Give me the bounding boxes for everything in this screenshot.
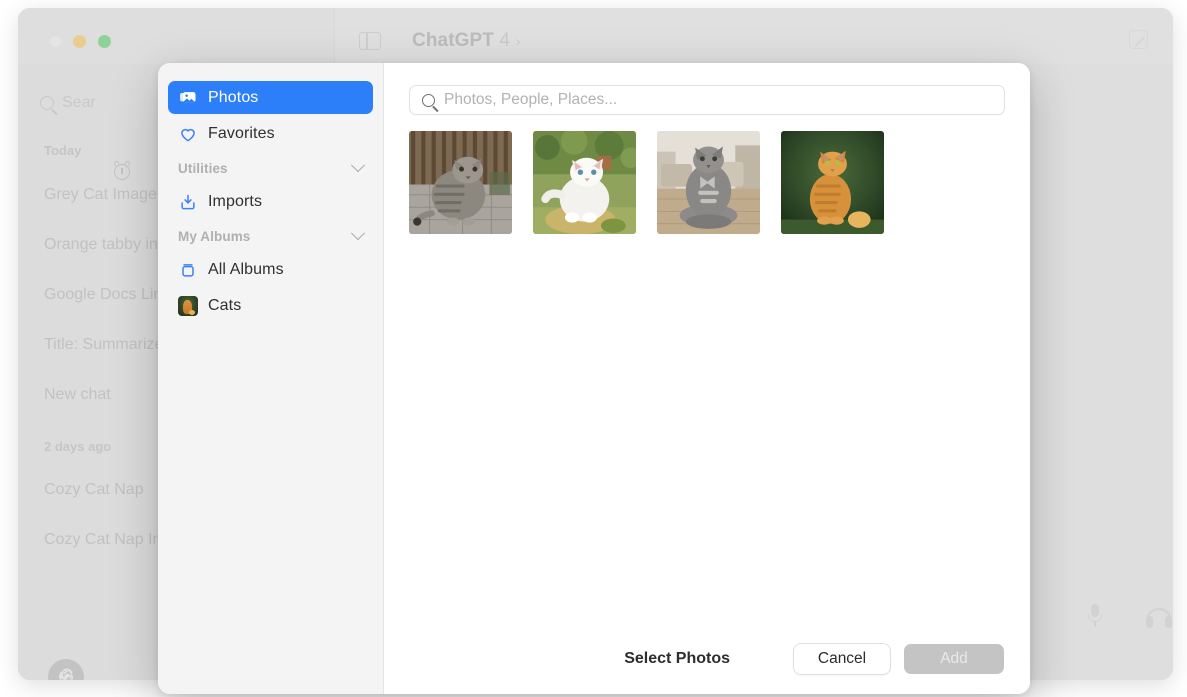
add-button[interactable]: Add: [904, 644, 1004, 674]
mic-arc: [1088, 614, 1102, 622]
app-title-text: ChatGPT: [412, 30, 494, 51]
sidebar-item-label: Imports: [208, 192, 263, 210]
screen: ChatGPT 4 › Sear Today Grey Cat Image Or…: [0, 0, 1187, 697]
photo-thumbnail[interactable]: [409, 131, 512, 234]
sidebar-item-all-albums[interactable]: All Albums: [168, 253, 373, 286]
chevron-down-icon[interactable]: [350, 226, 366, 241]
chat-search-placeholder: Sear: [62, 94, 96, 111]
history-group-label: Today: [44, 143, 82, 158]
chevron-right-icon: ›: [515, 33, 521, 50]
dialog-footer: Select Photos Cancel Add: [384, 632, 1030, 694]
sidebar-group-my-albums[interactable]: My Albums: [168, 221, 373, 251]
white-cat-garden-image: [533, 131, 636, 234]
photo-picker-dialog: Photos Favorites Utilities Imports My Al…: [158, 63, 1030, 694]
sidebar-item-photos[interactable]: Photos: [168, 81, 373, 114]
photo-thumbnail[interactable]: [533, 131, 636, 234]
dialog-footer-label: Select Photos: [624, 650, 730, 667]
sidebar-item-label: Favorites: [208, 124, 275, 142]
photo-search-placeholder: Photos, People, Places...: [444, 91, 618, 108]
headphones-icon[interactable]: [1146, 608, 1172, 628]
page-title[interactable]: ChatGPT 4 ›: [412, 30, 521, 52]
sidebar-item-label: All Albums: [208, 260, 284, 278]
album-thumbnail-icon: [178, 295, 198, 316]
mic-stem: [1094, 622, 1096, 627]
sidebar-item-favorites[interactable]: Favorites: [168, 117, 373, 150]
openai-glyph: [59, 668, 73, 680]
close-window-button[interactable]: [49, 35, 62, 48]
alarm-hand: [121, 168, 123, 174]
headphones-cup-left: [1146, 616, 1153, 628]
import-icon: [178, 192, 198, 212]
sidebar-group-label: Utilities: [178, 160, 228, 176]
openai-logo[interactable]: [48, 659, 84, 680]
photo-grid: [384, 115, 1030, 234]
photo-picker-main: Photos, People, Places... Select Photos …: [383, 63, 1030, 694]
chevron-down-icon[interactable]: [350, 158, 366, 173]
chat-history-item[interactable]: Cozy Cat Nap: [44, 481, 144, 499]
chat-history-item[interactable]: Grey Cat Image: [44, 186, 157, 204]
microphone-icon[interactable]: [1088, 604, 1102, 628]
sidebar-item-cats[interactable]: Cats: [168, 289, 373, 322]
grey-tabby-cat-image: [409, 131, 512, 234]
chat-history-item[interactable]: Cozy Cat Nap In: [44, 531, 161, 549]
sidebar-toggle-icon[interactable]: [359, 32, 381, 50]
model-version: 4: [499, 30, 511, 51]
search-icon: [422, 93, 435, 107]
sidebar-item-label: Photos: [208, 88, 259, 106]
minimize-window-button[interactable]: [73, 35, 86, 48]
photo-search-input[interactable]: Photos, People, Places...: [409, 85, 1005, 115]
sidebar-group-utilities[interactable]: Utilities: [168, 153, 373, 183]
search-icon: [40, 96, 54, 110]
headphones-cup-right: [1165, 616, 1172, 628]
sidebar-group-label: My Albums: [178, 228, 251, 244]
grey-cat-indoor-image: [657, 131, 760, 234]
chat-history-item[interactable]: New chat: [44, 386, 111, 404]
photo-picker-sidebar: Photos Favorites Utilities Imports My Al…: [158, 63, 383, 694]
sidebar-item-label: Cats: [208, 296, 242, 314]
heart-icon: [178, 124, 198, 144]
chat-history-item[interactable]: Title: Summarize: [44, 336, 163, 354]
history-group-label: 2 days ago: [44, 439, 112, 454]
cancel-button[interactable]: Cancel: [794, 644, 890, 674]
photo-thumbnail[interactable]: [657, 131, 760, 234]
chat-history-item[interactable]: Google Docs Lin: [44, 286, 162, 304]
chat-search-input[interactable]: Sear: [40, 94, 96, 112]
orange-tabby-green-bg-image: [781, 131, 884, 234]
alarm-clock-icon[interactable]: [112, 160, 132, 181]
photos-icon: [178, 88, 198, 108]
photo-thumbnail[interactable]: [781, 131, 884, 234]
chat-history-item[interactable]: Orange tabby in: [44, 236, 158, 254]
sidebar-item-imports[interactable]: Imports: [168, 185, 373, 218]
albums-icon: [178, 260, 198, 280]
maximize-window-button[interactable]: [98, 35, 111, 48]
compose-icon[interactable]: [1129, 30, 1148, 49]
